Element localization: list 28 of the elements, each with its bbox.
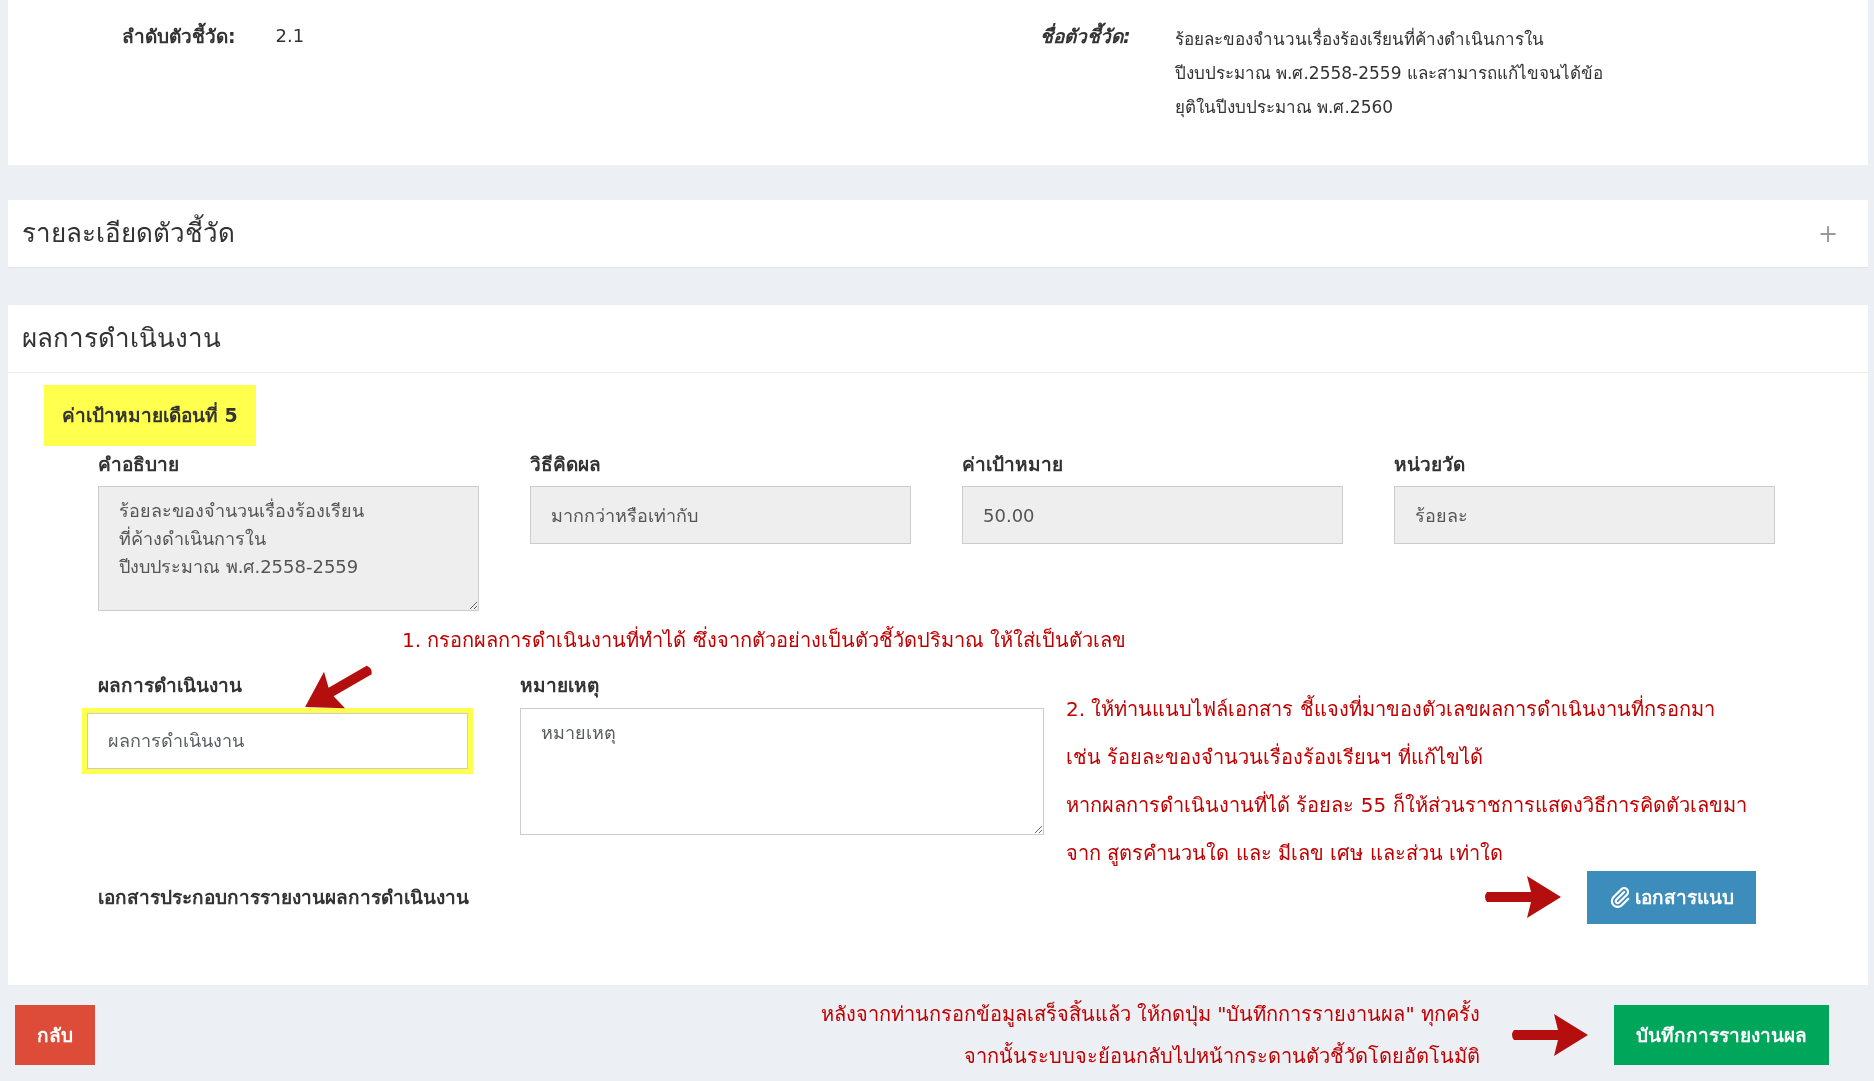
back-button[interactable]: กลับ bbox=[15, 1004, 95, 1066]
attach-button[interactable]: เอกสารแนบ bbox=[1587, 871, 1756, 924]
field-label: ชื่อตัวชี้วัด: bbox=[1040, 22, 1131, 165]
input-field[interactable]: ผลการดำเนินงาน bbox=[87, 712, 468, 769]
instruction-text: เช่น ร้อยละของจำนวนเรื่องร้องเรียนฯ ที่แก้ไขได้ bbox=[1066, 742, 1484, 771]
field-label: ลำดับตัวชี้วัด: bbox=[122, 22, 236, 165]
panel-title: ผลการดำเนินงาน bbox=[21, 322, 221, 355]
instruction-text: 1. กรอกผลการดำเนินงานที่ทำได้ ซึ่งจากตัวอย่างเป็นตัวชี้วัดปริมาณ ให้ใส่เป็นตัวเลข bbox=[401, 625, 1128, 654]
target-month-tag: ค่าเป้าหมายเดือนที่ 5 bbox=[44, 385, 256, 446]
field-label: ค่าเป้าหมาย bbox=[962, 451, 1064, 477]
field-label: วิธีคิดผล bbox=[530, 451, 602, 477]
instruction-text: หลังจากท่านกรอกข้อมูลเสร็จสิ้นแล้ว ให้กดปุ่ม "บันทึกการรายงานผล" ทุกครั้ง bbox=[820, 999, 1480, 1029]
paperclip-icon bbox=[1609, 886, 1631, 909]
field-label: หมายเหตุ bbox=[520, 673, 600, 700]
field-label: คำอธิบาย bbox=[98, 451, 180, 477]
field-value: 2.1 bbox=[275, 24, 305, 48]
instruction-text: จากนั้นระบบจะย้อนกลับไปหน้ากระดานตัวชี้วัดโดยอัตโนมัติ bbox=[964, 1041, 1480, 1070]
panel-title: รายละเอียดตัวชี้วัด bbox=[8, 214, 235, 253]
field-value: ยุติในปีงบประมาณ พ.ศ.2560 bbox=[1174, 96, 1395, 120]
instruction-text: จาก สูตรคำนวนใด และ มีเลข เศษ และส่วน เท่าใด bbox=[1066, 840, 1505, 868]
section-label: เอกสารประกอบการรายงานผลการดำเนินงาน bbox=[98, 885, 470, 910]
field-label: หน่วยวัด bbox=[1394, 451, 1466, 477]
field-value: ร้อยละของจำนวนเรื่องร้องเรียนที่ค้างดำเนินการใน bbox=[1174, 26, 1545, 51]
field-label: ผลการดำเนินงาน bbox=[98, 673, 243, 698]
instruction-text: หากผลการดำเนินงานที่ได้ ร้อยละ 55 ก็ให้ส่วนราชการแสดงวิธีการคิดตัวเลขมา bbox=[1066, 790, 1747, 819]
note-field[interactable]: หมายเหตุ bbox=[520, 707, 1044, 835]
field-value: ปีงบประมาณ พ.ศ.2558-2559 และสามารถแก้ไขจนได้ข้อ bbox=[1174, 62, 1603, 85]
instruction-text: 2. ให้ท่านแนบไฟล์เอกสาร ชี้แจงที่มาของตัวเลขผลการดำเนินงานที่กรอกมา bbox=[1066, 694, 1716, 723]
